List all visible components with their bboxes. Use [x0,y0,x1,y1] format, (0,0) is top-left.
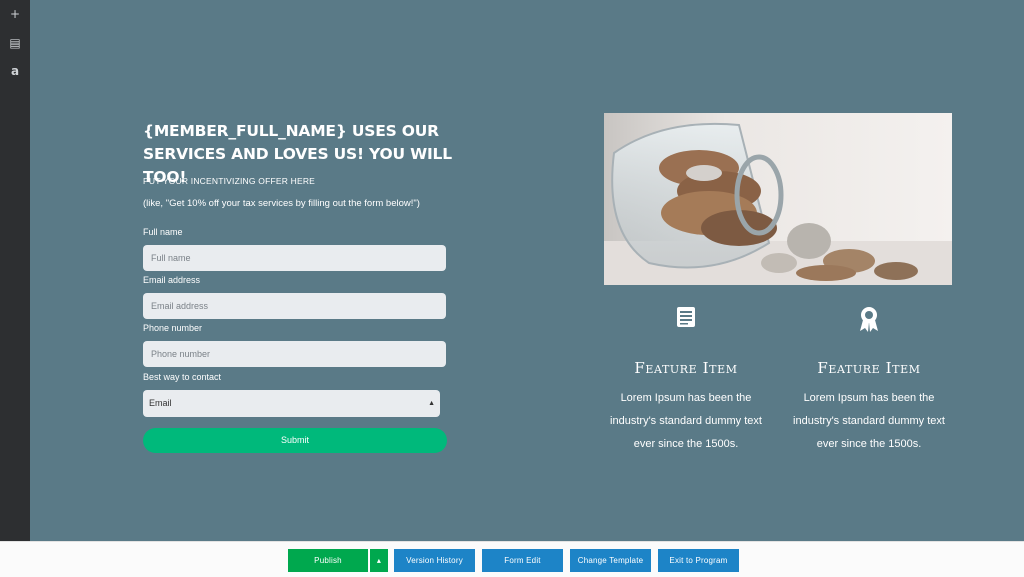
coin-jar-image [604,113,952,285]
publish-options-button[interactable]: ▴ [369,549,388,572]
landing-page-canvas: {MEMBER_FULL_NAME} USES OUR SERVICES AND… [30,0,1024,541]
editor-sidebar: + ▤ a [0,0,30,541]
feature-description: Lorem Ipsum has been the industry's stan… [610,392,762,450]
publish-button[interactable]: Publish [288,549,368,572]
form-edit-button[interactable]: Form Edit [482,549,563,572]
feature-description: Lorem Ipsum has been the industry's stan… [793,392,945,450]
coin-jar-illustration [604,113,952,285]
select-arrows-icon: ▲ [428,400,435,407]
exit-to-program-button[interactable]: Exit to Program [658,549,739,572]
contact-method-label: Best way to contact [143,372,222,382]
plus-icon[interactable]: + [0,7,30,21]
full-name-label: Full name [143,227,183,237]
email-label: Email address [143,275,201,285]
feature-title: Feature Item [634,359,738,377]
feature-title: Feature Item [817,359,921,377]
email-input[interactable] [143,293,446,319]
submit-button[interactable]: Submit [143,428,447,453]
document-icon[interactable]: ▤ [0,36,30,50]
version-history-button[interactable]: Version History [394,549,475,572]
editor-toolbar: Publish ▴ Version History Form Edit Chan… [0,541,1024,577]
text-icon[interactable]: a [0,64,30,78]
newspaper-icon [603,305,769,333]
offer-example: (like, "Get 10% off your tax services by… [143,198,420,209]
feature-item-2: Feature Item Lorem Ipsum has been the in… [786,305,952,456]
phone-input[interactable] [143,341,446,367]
full-name-input[interactable] [143,245,446,271]
contact-method-value: Email [149,398,172,408]
offer-subhead: PUT YOUR INCENTIVIZING OFFER HERE [143,176,316,186]
contact-method-select[interactable]: Email ▲ [143,390,440,417]
change-template-button[interactable]: Change Template [570,549,651,572]
phone-label: Phone number [143,323,203,333]
award-ribbon-icon [786,305,952,333]
caret-up-icon: ▴ [376,556,382,565]
feature-item-1: Feature Item Lorem Ipsum has been the in… [603,305,769,456]
